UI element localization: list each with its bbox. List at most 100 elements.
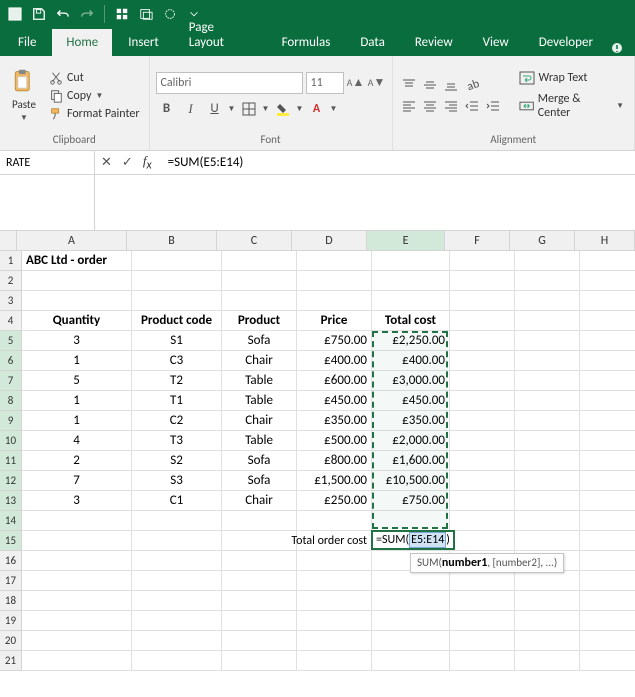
row-header-14[interactable]: 14 [0, 511, 22, 531]
cell[interactable]: T3 [132, 431, 222, 451]
cell[interactable]: Total order cost [297, 531, 372, 551]
row-header-19[interactable]: 19 [0, 611, 22, 631]
cell[interactable] [450, 451, 515, 471]
cell[interactable] [132, 531, 222, 551]
cell[interactable]: ABC Ltd - order [22, 251, 132, 271]
paste-button[interactable]: Paste ▼ [6, 66, 42, 125]
cell[interactable] [372, 291, 450, 311]
cell[interactable] [515, 411, 580, 431]
cell[interactable] [580, 411, 635, 431]
cell[interactable] [222, 531, 297, 551]
cell[interactable] [515, 531, 580, 551]
tab-developer[interactable]: Developer [525, 29, 607, 56]
cell[interactable] [515, 591, 580, 611]
cell[interactable]: T2 [132, 371, 222, 391]
font-size-select[interactable] [306, 72, 344, 94]
chevron-down-icon[interactable]: ▼ [296, 104, 304, 114]
cell[interactable] [450, 271, 515, 291]
cell[interactable]: £800.00 [297, 451, 372, 471]
align-bottom-icon[interactable] [441, 76, 461, 94]
row-header-17[interactable]: 17 [0, 571, 22, 591]
cell[interactable] [297, 591, 372, 611]
merge-center-button[interactable]: Merge & Center ▼ [515, 90, 629, 122]
cell[interactable] [22, 631, 132, 651]
cell[interactable] [22, 571, 132, 591]
cell[interactable] [580, 291, 635, 311]
row-header-13[interactable]: 13 [0, 491, 22, 511]
cell[interactable] [372, 251, 450, 271]
editing-cell[interactable]: =SUM(E5:E14) [371, 530, 455, 550]
cell[interactable] [297, 571, 372, 591]
qat-btn-2[interactable] [135, 3, 157, 25]
chevron-down-icon[interactable]: ▼ [228, 104, 236, 114]
cell[interactable] [22, 611, 132, 631]
cell[interactable] [580, 351, 635, 371]
column-header-B[interactable]: B [127, 231, 217, 251]
chevron-down-icon[interactable]: ▼ [262, 104, 270, 114]
tab-view[interactable]: View [469, 29, 523, 56]
cell[interactable]: Product [222, 311, 297, 331]
cell[interactable]: S3 [132, 471, 222, 491]
cell[interactable]: £2,250.00 [372, 331, 450, 351]
cell[interactable]: S2 [132, 451, 222, 471]
row-header-5[interactable]: 5 [0, 331, 22, 351]
cell[interactable] [22, 271, 132, 291]
cell[interactable]: Chair [222, 351, 297, 371]
indent-increase-icon[interactable] [483, 97, 503, 115]
cell[interactable] [450, 651, 515, 671]
cell[interactable] [372, 611, 450, 631]
cell[interactable] [22, 551, 132, 571]
formula-input[interactable] [162, 155, 629, 170]
cell[interactable] [580, 471, 635, 491]
cell[interactable] [450, 531, 515, 551]
cell[interactable] [515, 611, 580, 631]
cell[interactable] [450, 631, 515, 651]
cell[interactable] [297, 511, 372, 531]
row-header-6[interactable]: 6 [0, 351, 22, 371]
cell[interactable] [515, 471, 580, 491]
row-header-10[interactable]: 10 [0, 431, 22, 451]
cell[interactable]: Chair [222, 411, 297, 431]
cell[interactable] [450, 471, 515, 491]
cell[interactable]: T1 [132, 391, 222, 411]
cell[interactable] [297, 251, 372, 271]
cell[interactable] [450, 311, 515, 331]
cell[interactable]: 5 [22, 371, 132, 391]
cell[interactable]: £1,500.00 [297, 471, 372, 491]
cell[interactable]: 4 [22, 431, 132, 451]
column-header-A[interactable]: A [17, 231, 127, 251]
cell[interactable]: 1 [22, 351, 132, 371]
cell[interactable] [372, 591, 450, 611]
cell[interactable] [580, 551, 635, 571]
cell[interactable] [515, 271, 580, 291]
select-all-corner[interactable] [0, 231, 17, 251]
cell[interactable] [580, 651, 635, 671]
tab-data[interactable]: Data [346, 29, 399, 56]
cell[interactable] [297, 551, 372, 571]
cell[interactable] [450, 371, 515, 391]
cell[interactable] [297, 291, 372, 311]
cell[interactable] [450, 571, 515, 591]
cell[interactable]: £350.00 [297, 411, 372, 431]
cell[interactable] [580, 631, 635, 651]
tab-review[interactable]: Review [401, 29, 467, 56]
cell[interactable] [450, 351, 515, 371]
align-right-icon[interactable] [441, 97, 461, 115]
cell[interactable] [22, 511, 132, 531]
cell[interactable] [450, 411, 515, 431]
column-header-F[interactable]: F [445, 231, 510, 251]
row-header-20[interactable]: 20 [0, 631, 22, 651]
name-box[interactable] [0, 151, 94, 175]
cell[interactable] [450, 591, 515, 611]
bold-button[interactable]: B [156, 98, 178, 120]
tab-page-layout[interactable]: Page Layout [175, 14, 266, 56]
cell[interactable] [515, 251, 580, 271]
cell[interactable] [580, 251, 635, 271]
cell[interactable]: £250.00 [297, 491, 372, 511]
row-header-4[interactable]: 4 [0, 311, 22, 331]
cell[interactable] [372, 571, 450, 591]
cell[interactable] [515, 571, 580, 591]
cell[interactable] [450, 391, 515, 411]
underline-button[interactable]: U [204, 98, 226, 120]
cell[interactable] [580, 591, 635, 611]
